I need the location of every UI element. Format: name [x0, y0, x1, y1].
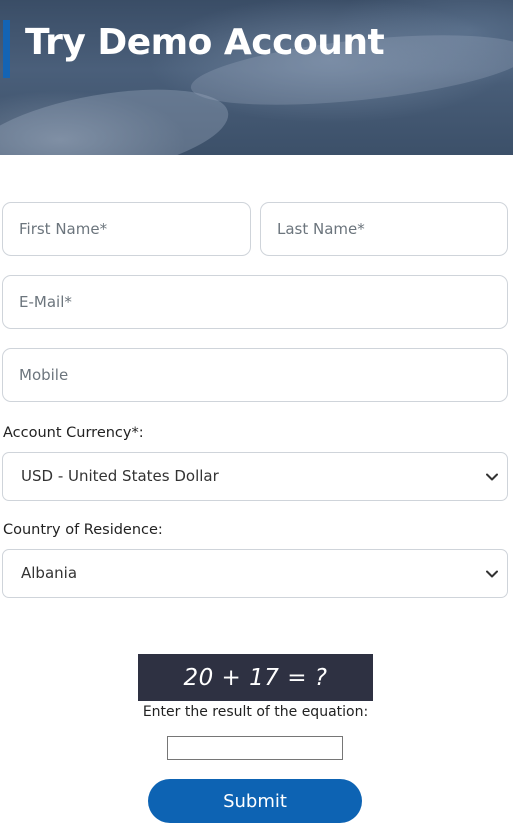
email-input[interactable]: E-Mail* — [2, 275, 508, 329]
currency-select[interactable]: USD - United States Dollar — [2, 452, 508, 501]
mobile-input[interactable]: Mobile — [2, 348, 508, 402]
country-select-value: Albania — [21, 564, 78, 582]
title-accent-bar — [3, 20, 10, 78]
chevron-down-icon — [486, 550, 498, 597]
hero-banner: Try Demo Account — [0, 0, 513, 155]
country-select[interactable]: Albania — [2, 549, 508, 598]
currency-select-value: USD - United States Dollar — [21, 467, 219, 485]
captcha-hint: Enter the result of the equation: — [142, 704, 369, 720]
chevron-down-icon — [486, 453, 498, 500]
first-name-input[interactable]: First Name* — [2, 202, 251, 256]
last-name-input[interactable]: Last Name* — [260, 202, 508, 256]
captcha-answer-input[interactable] — [167, 736, 343, 760]
page-title: Try Demo Account — [25, 22, 385, 63]
country-label: Country of Residence: — [3, 522, 163, 538]
currency-label: Account Currency*: — [3, 425, 144, 441]
submit-button[interactable]: Submit — [148, 779, 362, 823]
captcha-equation: 20 + 17 = ? — [138, 654, 373, 701]
